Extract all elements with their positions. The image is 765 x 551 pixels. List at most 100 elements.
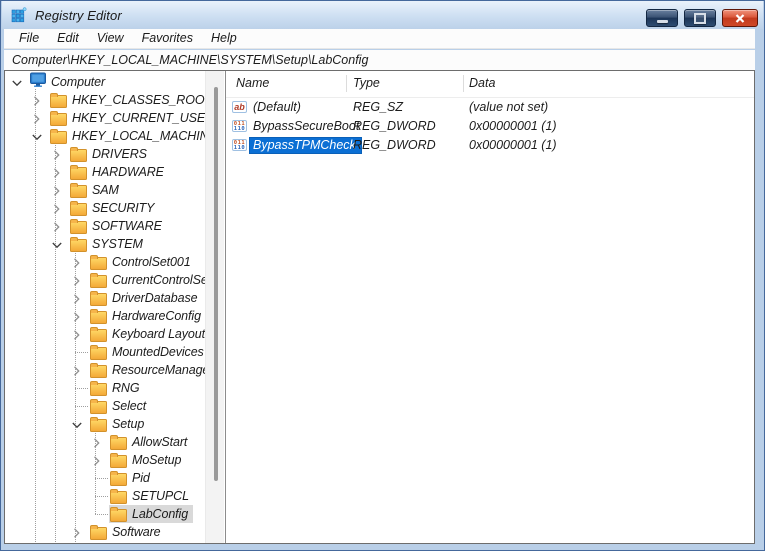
tree-item-label: LabConfig xyxy=(132,507,189,521)
value-row-bypasssecureboot[interactable]: 011 110 BypassSecureBoot REG_DWORD 0x0000000… xyxy=(226,118,754,137)
value-row-default[interactable]: ab (Default) REG_SZ (value not set) xyxy=(226,99,754,118)
column-separator[interactable] xyxy=(463,75,464,92)
tree-item-software[interactable]: Software xyxy=(89,523,166,541)
tree-item-labconfig[interactable]: LabConfig xyxy=(109,505,194,523)
minimize-button[interactable] xyxy=(646,9,678,27)
chevron-down-icon[interactable] xyxy=(51,238,63,250)
chevron-right-icon[interactable] xyxy=(71,292,83,304)
chevron-right-icon[interactable] xyxy=(71,526,83,538)
tree-item-hardwareconfig[interactable]: HardwareConfig xyxy=(89,307,205,325)
maximize-button[interactable] xyxy=(684,9,716,27)
tree-item-wpa[interactable]: WPA xyxy=(89,541,144,543)
scrollbar-thumb[interactable] xyxy=(214,87,218,481)
tree-item-hardware[interactable]: HARDWARE xyxy=(69,163,169,181)
tree-item-resourcemanager[interactable]: ResourceManager xyxy=(89,361,205,379)
tree-item-hkey-classes-root[interactable]: HKEY_CLASSES_ROOT xyxy=(49,91,205,109)
title-bar[interactable]: Registry Editor xyxy=(2,1,763,29)
menu-item-edit[interactable]: Edit xyxy=(48,30,88,47)
chevron-right-icon[interactable] xyxy=(71,364,83,376)
value-name[interactable]: BypassTPMCheck xyxy=(249,137,362,154)
tree-item-computer[interactable]: Computer xyxy=(29,72,110,91)
tree-item-security[interactable]: SECURITY xyxy=(69,199,159,217)
tree-item-setup[interactable]: Setup xyxy=(89,415,149,433)
menu-item-file[interactable]: File xyxy=(10,30,48,47)
chevron-right-icon[interactable] xyxy=(71,310,83,322)
chevron-down-icon[interactable] xyxy=(71,418,83,430)
folder-icon xyxy=(70,165,87,180)
close-button[interactable] xyxy=(722,9,758,27)
tree-item-system[interactable]: SYSTEM xyxy=(69,235,148,253)
tree-item-label: DRIVERS xyxy=(92,147,147,161)
value-row-bypasstpmcheck[interactable]: 011 110 BypassTPMCheck REG_DWORD 0x00000001 … xyxy=(226,137,754,156)
tree-row: DRIVERS xyxy=(5,145,205,163)
column-header-type[interactable]: Type xyxy=(353,76,380,90)
folder-icon xyxy=(90,525,107,540)
tree-stub xyxy=(95,496,108,497)
menu-item-favorites[interactable]: Favorites xyxy=(133,30,202,47)
minimize-icon xyxy=(656,20,668,23)
chevron-right-icon[interactable] xyxy=(31,112,43,124)
chevron-right-icon[interactable] xyxy=(31,94,43,106)
column-header-data[interactable]: Data xyxy=(469,76,495,90)
tree-item-mosetup[interactable]: MoSetup xyxy=(109,451,186,469)
folder-icon xyxy=(70,183,87,198)
value-name[interactable]: (Default) xyxy=(253,100,301,114)
chevron-right-icon[interactable] xyxy=(91,436,103,448)
tree-scrollbar[interactable] xyxy=(205,71,224,543)
chevron-right-icon[interactable] xyxy=(51,148,63,160)
tree-row: Computer xyxy=(5,72,205,91)
column-header-name[interactable]: Name xyxy=(236,76,269,90)
window-title: Registry Editor xyxy=(35,7,122,23)
chevron-right-icon[interactable] xyxy=(51,202,63,214)
tree-stub xyxy=(75,388,88,389)
chevron-right-icon[interactable] xyxy=(91,454,103,466)
tree-item-currentcontrolset[interactable]: CurrentControlSet xyxy=(89,271,205,289)
folder-icon xyxy=(110,435,127,450)
values-pane: Name Type Data ab (Default) REG_SZ (value not… xyxy=(225,71,754,543)
tree-item-controlset001[interactable]: ControlSet001 xyxy=(89,253,196,271)
dword-value-icon: 011 110 xyxy=(232,120,247,132)
tree-item-label: RNG xyxy=(112,381,140,395)
chevron-right-icon[interactable] xyxy=(71,256,83,268)
tree-item-sam[interactable]: SAM xyxy=(69,181,124,199)
chevron-right-icon[interactable] xyxy=(71,328,83,340)
tree-item-keyboard-layout[interactable]: Keyboard Layout xyxy=(89,325,205,343)
dword-value-icon: 011 110 xyxy=(232,139,247,151)
tree-item-label: ResourceManager xyxy=(112,363,205,377)
tree-item-pid[interactable]: Pid xyxy=(109,469,155,487)
column-separator[interactable] xyxy=(346,75,347,92)
tree-row: HARDWARE xyxy=(5,163,205,181)
chevron-right-icon[interactable] xyxy=(71,274,83,286)
folder-icon xyxy=(50,93,67,108)
tree-item-hkey-current-user[interactable]: HKEY_CURRENT_USER xyxy=(49,109,205,127)
tree-row: SAM xyxy=(5,181,205,199)
folder-icon xyxy=(90,381,107,396)
tree-item-setupcl[interactable]: SETUPCL xyxy=(109,487,194,505)
address-input[interactable]: Computer\HKEY_LOCAL_MACHINE\SYSTEM\Setup… xyxy=(4,53,368,67)
tree-item-label: SYSTEM xyxy=(92,237,143,251)
tree-item-rng[interactable]: RNG xyxy=(89,379,144,397)
tree-item-select[interactable]: Select xyxy=(89,397,151,415)
tree-stub xyxy=(75,352,88,353)
chevron-right-icon[interactable] xyxy=(51,184,63,196)
tree-item-software[interactable]: SOFTWARE xyxy=(69,217,167,235)
menu-item-help[interactable]: Help xyxy=(202,30,246,47)
tree-item-allowstart[interactable]: AllowStart xyxy=(109,433,192,451)
tree-item-driverdatabase[interactable]: DriverDatabase xyxy=(89,289,202,307)
menu-bar: File Edit View Favorites Help xyxy=(4,29,755,49)
chevron-down-icon[interactable] xyxy=(11,76,23,88)
tree-item-mounteddevices[interactable]: MountedDevices xyxy=(89,343,205,361)
folder-icon xyxy=(110,471,127,486)
value-name[interactable]: BypassSecureBoot xyxy=(253,119,359,133)
tree-row: WPA xyxy=(5,541,205,543)
tree-row: SECURITY xyxy=(5,199,205,217)
tree-stub xyxy=(75,406,88,407)
tree-item-hkey-local-machine[interactable]: HKEY_LOCAL_MACHINE xyxy=(49,127,205,145)
chevron-right-icon[interactable] xyxy=(51,220,63,232)
chevron-down-icon[interactable] xyxy=(31,130,43,142)
address-bar: Computer\HKEY_LOCAL_MACHINE\SYSTEM\Setup… xyxy=(4,50,755,70)
tree-item-drivers[interactable]: DRIVERS xyxy=(69,145,152,163)
menu-item-view[interactable]: View xyxy=(88,30,133,47)
chevron-right-icon[interactable] xyxy=(51,166,63,178)
tree-row: RNG xyxy=(5,379,205,397)
